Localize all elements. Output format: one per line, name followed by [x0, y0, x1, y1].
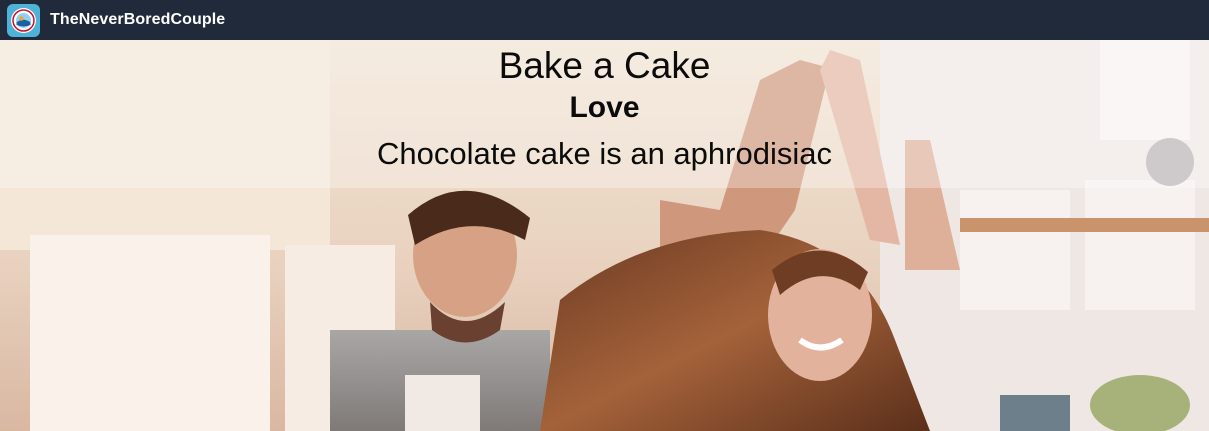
couple-logo-icon[interactable] — [7, 3, 40, 37]
hero-description: Chocolate cake is an aphrodisiac — [377, 136, 832, 171]
hero-banner: Bake a Cake Love Chocolate cake is an ap… — [0, 40, 1209, 431]
top-navbar: TheNeverBoredCouple — [0, 0, 1209, 40]
hero-title: Bake a Cake — [498, 45, 711, 86]
hero-caption: Bake a Cake Love Chocolate cake is an ap… — [0, 40, 1209, 188]
hero-category: Love — [569, 91, 640, 124]
brand-link[interactable]: TheNeverBoredCouple — [50, 11, 225, 29]
